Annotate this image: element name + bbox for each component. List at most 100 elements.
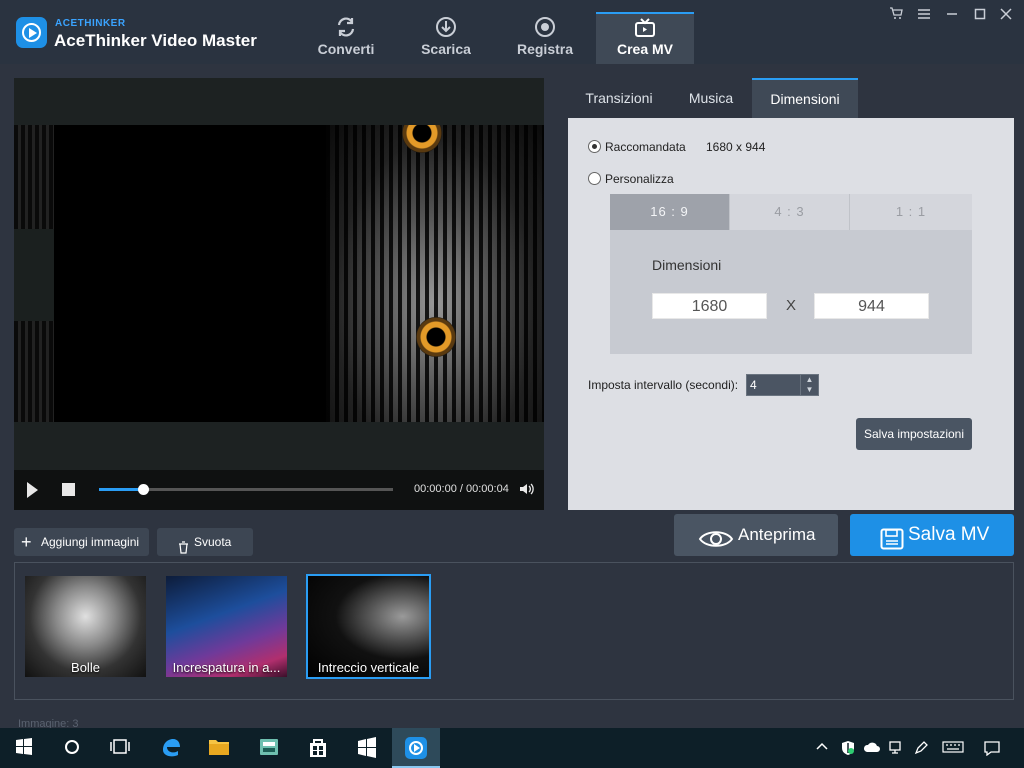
tab-crea-mv-label: Crea MV <box>616 41 674 57</box>
tab-scarica[interactable]: Scarica <box>397 12 495 64</box>
minimize-icon[interactable] <box>940 6 964 26</box>
windows-logo-app-icon[interactable] <box>355 736 379 760</box>
play-icon[interactable] <box>27 482 38 498</box>
record-icon <box>535 17 555 37</box>
preview-label: Anteprima <box>738 525 816 544</box>
preview-button[interactable]: Anteprima <box>674 514 838 556</box>
dimensions-panel: Raccomandata 1680 x 944 Personalizza 16 … <box>568 118 1014 510</box>
tab-registra[interactable]: Registra <box>496 12 594 64</box>
interval-value: 4 <box>750 378 757 392</box>
taskbar <box>0 728 1024 768</box>
tab-converti-label: Converti <box>317 41 375 57</box>
interval-stepper[interactable]: 4 ▲ ▼ <box>746 374 819 396</box>
recommended-label: Raccomandata <box>605 140 686 154</box>
brand-small-text: ACETHINKER <box>55 18 126 29</box>
tab-scarica-label: Scarica <box>421 41 471 57</box>
stepper-down-icon[interactable]: ▼ <box>801 385 818 395</box>
pen-icon[interactable] <box>913 740 929 759</box>
tab-registra-label: Registra <box>516 41 574 57</box>
interval-label: Imposta intervallo (secondi): <box>588 378 739 392</box>
tab-converti[interactable]: Converti <box>297 12 395 64</box>
security-shield-icon[interactable] <box>840 740 856 759</box>
clear-label: Svuota <box>194 535 232 549</box>
ratio-1-1[interactable]: 1 : 1 <box>851 194 971 230</box>
refresh-icon <box>337 17 355 37</box>
notification-icon[interactable] <box>983 740 1001 759</box>
clear-button[interactable]: Svuota <box>157 528 253 556</box>
thumb-caption: Increspatura in a... <box>172 660 281 675</box>
video-frame <box>14 125 544 422</box>
custom-option[interactable]: Personalizza <box>588 172 674 186</box>
image-strip: Bolle Increspatura in a... Intreccio ver… <box>14 562 1014 700</box>
image-thumb[interactable]: Increspatura in a... <box>166 576 287 677</box>
app-title: AceThinker Video Master <box>54 31 257 50</box>
plus-icon: + <box>21 532 32 552</box>
tab-musica[interactable]: Musica <box>670 78 752 118</box>
window-controls <box>880 6 1020 26</box>
tab-crea-mv[interactable]: Crea MV <box>596 12 694 64</box>
acethinker-taskbar-icon <box>405 737 427 759</box>
maximize-icon[interactable] <box>968 6 992 26</box>
edge-browser-icon[interactable] <box>159 736 183 760</box>
thumb-caption: Bolle <box>71 660 100 675</box>
save-disk-icon <box>880 524 904 566</box>
seek-handle[interactable] <box>138 484 150 495</box>
printer-app-icon[interactable] <box>257 736 281 760</box>
ratio-16-9[interactable]: 16 : 9 <box>610 194 730 230</box>
taskbar-acethinker-app[interactable] <box>392 728 440 768</box>
add-images-button[interactable]: + Aggiungi immagini <box>14 528 149 556</box>
volume-icon[interactable] <box>518 481 534 502</box>
network-icon[interactable] <box>888 740 904 759</box>
image-thumb[interactable]: Bolle <box>25 576 146 677</box>
dimensions-label: Dimensioni <box>652 257 722 273</box>
owl-eye <box>402 125 442 153</box>
cloud-icon[interactable] <box>863 740 881 757</box>
close-icon[interactable] <box>994 6 1018 26</box>
ratio-tabs: 16 : 9 4 : 3 1 : 1 <box>610 194 972 230</box>
video-preview: 00:00:00 / 00:00:04 <box>14 78 544 510</box>
stepper-buttons: ▲ ▼ <box>800 375 818 395</box>
save-settings-button[interactable]: Salva impostazioni <box>856 418 972 450</box>
download-icon <box>436 17 456 37</box>
eye-icon <box>698 524 734 566</box>
stop-icon[interactable] <box>62 483 75 496</box>
trash-icon <box>178 536 189 564</box>
width-input[interactable]: 1680 <box>652 293 767 319</box>
settings-tabs: Transizioni Musica Dimensioni <box>568 78 1014 118</box>
time-display: 00:00:00 / 00:00:04 <box>414 483 509 495</box>
owl-eye <box>416 317 456 357</box>
thumb-caption: Intreccio verticale <box>317 660 420 675</box>
save-mv-button[interactable]: Salva MV <box>850 514 1014 556</box>
radio-recommended[interactable] <box>588 140 601 153</box>
add-images-label: Aggiungi immagini <box>41 535 140 549</box>
title-bar: ACETHINKER AceThinker Video Master Conve… <box>0 0 1024 64</box>
task-view-icon[interactable] <box>108 736 132 760</box>
tab-transizioni[interactable]: Transizioni <box>568 78 670 118</box>
custom-label: Personalizza <box>605 172 674 186</box>
cart-icon[interactable] <box>884 6 908 26</box>
transition-stripes <box>14 125 54 422</box>
recommended-option[interactable]: Raccomandata <box>588 140 686 154</box>
file-explorer-icon[interactable] <box>207 736 231 760</box>
tab-dimensioni[interactable]: Dimensioni <box>752 78 858 118</box>
store-icon[interactable] <box>306 736 330 760</box>
menu-icon[interactable] <box>912 6 936 26</box>
keyboard-icon[interactable] <box>942 740 964 757</box>
custom-size-box: 16 : 9 4 : 3 1 : 1 Dimensioni 1680 X 944 <box>610 194 972 354</box>
recommended-value: 1680 x 944 <box>706 140 766 154</box>
ratio-4-3[interactable]: 4 : 3 <box>730 194 850 230</box>
player-controls: 00:00:00 / 00:00:04 <box>14 470 544 510</box>
chevron-up-icon[interactable] <box>815 740 829 757</box>
stepper-up-icon[interactable]: ▲ <box>801 375 818 385</box>
windows-start-icon[interactable] <box>13 736 37 760</box>
seek-bar[interactable] <box>99 484 393 495</box>
image-thumb-selected[interactable]: Intreccio verticale <box>306 574 431 679</box>
height-input[interactable]: 944 <box>814 293 929 319</box>
search-icon[interactable] <box>61 736 85 760</box>
dimension-separator: X <box>786 297 797 314</box>
app-logo-icon <box>16 17 47 48</box>
seek-progress <box>99 488 144 491</box>
save-mv-label: Salva MV <box>908 524 990 545</box>
radio-custom[interactable] <box>588 172 601 185</box>
owl-image <box>326 125 544 422</box>
